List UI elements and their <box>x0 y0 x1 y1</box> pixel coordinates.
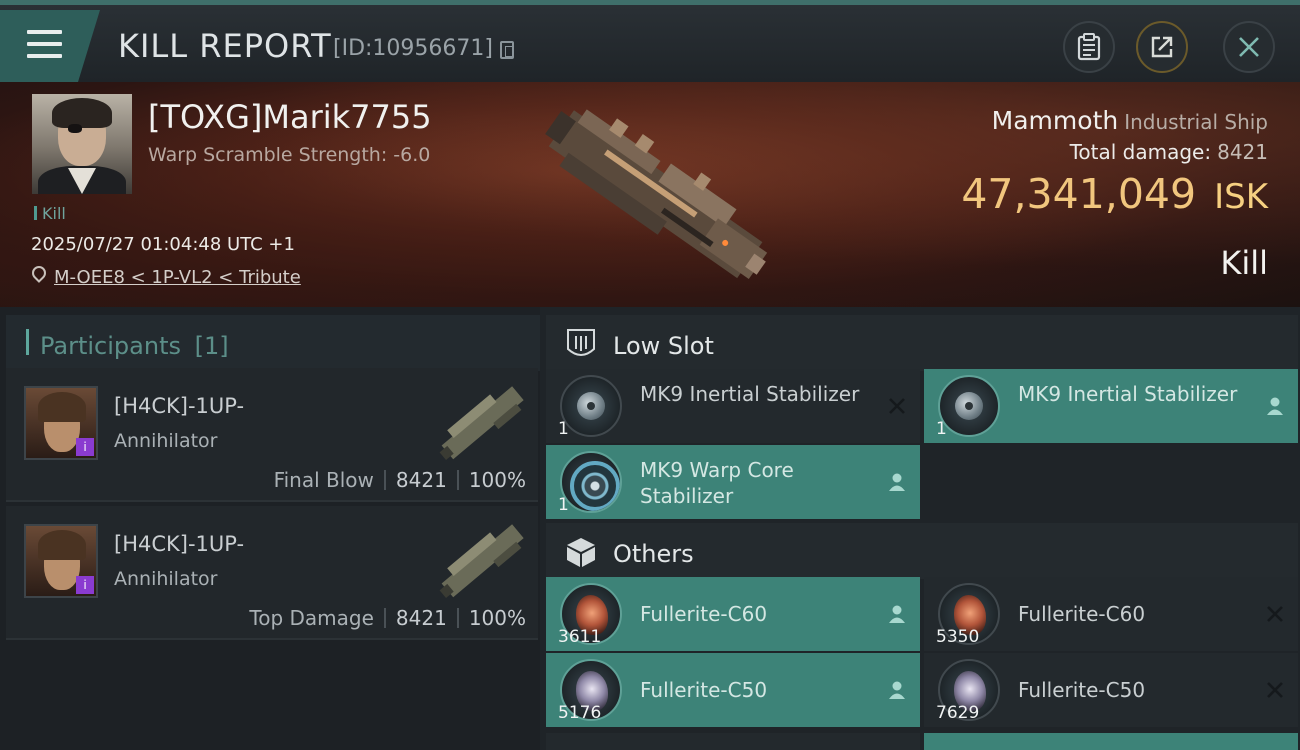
participants-label: Participants <box>40 332 181 360</box>
item-quantity: 1 <box>936 419 947 439</box>
item-name: MK9 Inertial Stabilizer <box>640 382 860 406</box>
low-slot-header: Low Slot <box>546 315 1298 371</box>
item-quantity: 3611 <box>558 627 602 647</box>
item-name: MK9 Warp Core Stabilizer <box>640 458 794 508</box>
fitting-item-dropped[interactable]: 3611 Fullerite-C60 <box>546 577 920 651</box>
victim-portrait[interactable] <box>32 94 132 194</box>
warp-core-stabilizer-icon <box>560 451 622 513</box>
participant-name: [H4CK]-1UP- <box>114 394 245 418</box>
location-pin-icon <box>29 263 49 283</box>
item-quantity: 1 <box>558 495 569 515</box>
destroyed-x-icon <box>889 398 905 414</box>
top-bar: KILL REPORT [ID:10956671] <box>0 0 1300 82</box>
participant-ship: Annihilator <box>114 430 218 452</box>
fitting-item-dropped[interactable]: 5176 Fullerite-C50 <box>546 653 920 727</box>
fitting-item-destroyed[interactable]: 7629 Fullerite-C50 <box>924 653 1298 727</box>
fitting-item-destroyed[interactable]: 5350 Fullerite-C60 <box>924 577 1298 651</box>
item-name: MK9 Inertial Stabilizer <box>1018 382 1238 406</box>
total-damage-label: Total damage: <box>1069 140 1212 164</box>
destroyed-x-icon <box>1267 682 1283 698</box>
menu-icon <box>27 30 62 66</box>
close-button[interactable] <box>1223 21 1275 73</box>
participant-ship-icon <box>439 386 524 461</box>
low-slot-label: Low Slot <box>613 332 714 360</box>
kill-location-link[interactable]: M-OEE8 < 1P-VL2 < Tribute <box>54 267 301 288</box>
dropped-person-icon <box>889 681 905 699</box>
report-id: [ID:10956671] <box>333 36 493 61</box>
participant-ship: Annihilator <box>114 568 218 590</box>
menu-button[interactable] <box>0 10 100 82</box>
inertial-stabilizer-icon <box>938 375 1000 437</box>
victim-summary: [TOXG]Marik7755 Warp Scramble Strength: … <box>0 82 1300 307</box>
fitting-item-dropped[interactable]: 1 MK9 Warp Core Stabilizer <box>546 445 920 519</box>
fleet-badge-icon: i <box>76 576 94 594</box>
participant-stats: Top Damage 8421 100% <box>249 606 526 630</box>
copy-id-icon[interactable] <box>500 41 514 59</box>
fitting-item-partial[interactable] <box>546 733 920 750</box>
participant-stats: Final Blow 8421 100% <box>274 468 526 492</box>
participant-avatar[interactable]: i <box>24 386 98 460</box>
participants-panel: Participants [1] i [H4CK]-1UP- Annihilat… <box>0 307 540 750</box>
fitting-item-dropped[interactable]: 1 MK9 Inertial Stabilizer <box>924 369 1298 443</box>
kill-time: 2025/07/27 01:04:48 UTC +1 <box>31 234 295 255</box>
ship-name: Mammoth <box>991 106 1119 135</box>
kill-result: Kill <box>1220 244 1268 282</box>
ship-image <box>545 109 768 279</box>
dropped-person-icon <box>1267 397 1283 415</box>
inertial-stabilizer-icon <box>560 375 622 437</box>
total-damage-value: 8421 <box>1217 140 1268 164</box>
participant-row[interactable]: i [H4CK]-1UP- Annihilator Final Blow 8421… <box>6 368 538 502</box>
participant-role: Top Damage <box>249 606 374 630</box>
warp-scramble-strength: Warp Scramble Strength: -6.0 <box>148 144 431 166</box>
fleet-badge-icon: i <box>76 438 94 456</box>
participant-row[interactable]: i [H4CK]-1UP- Annihilator Top Damage 8421… <box>6 506 538 640</box>
others-header: Others <box>546 523 1298 579</box>
fitting-item-destroyed[interactable]: 1 MK9 Inertial Stabilizer <box>546 369 920 443</box>
total-damage: Total damage: 8421 <box>1070 140 1268 164</box>
item-name: Fullerite-C60 <box>640 602 768 626</box>
share-icon <box>1151 36 1173 58</box>
share-button[interactable] <box>1136 21 1188 73</box>
ship-class: Industrial Ship <box>1124 110 1268 134</box>
fitting-item-partial[interactable] <box>924 733 1298 750</box>
kill-tag: Kill <box>34 204 66 223</box>
participants-header[interactable]: Participants [1] <box>6 315 540 371</box>
victim-pilot-name[interactable]: [TOXG]Marik7755 <box>148 98 432 136</box>
clipboard-button[interactable] <box>1063 21 1115 73</box>
item-name: Fullerite-C50 <box>1018 678 1146 702</box>
dropped-person-icon <box>889 473 905 491</box>
participant-ship-icon <box>439 524 524 599</box>
fitting-panel: Low Slot 1 MK9 Inertial Stabilizer 1 MK9… <box>540 307 1300 750</box>
others-label: Others <box>613 540 694 568</box>
participant-name: [H4CK]-1UP- <box>114 532 245 556</box>
dropped-person-icon <box>889 605 905 623</box>
page-title: KILL REPORT <box>118 27 332 65</box>
participant-damage: 8421 <box>395 468 447 492</box>
clipboard-icon <box>1077 33 1101 61</box>
item-name: Fullerite-C60 <box>1018 602 1146 626</box>
destroyed-x-icon <box>1267 606 1283 622</box>
participant-damage: 8421 <box>395 606 447 630</box>
low-slot-icon <box>567 329 595 356</box>
item-quantity: 5350 <box>936 627 980 647</box>
participants-count: [1] <box>194 332 229 360</box>
cargo-box-icon <box>567 538 595 567</box>
participant-percent: 100% <box>468 606 526 630</box>
participant-role: Final Blow <box>273 468 374 492</box>
isk-unit: ISK <box>1214 177 1268 217</box>
item-name: Fullerite-C50 <box>640 678 768 702</box>
participant-avatar[interactable]: i <box>24 524 98 598</box>
isk-value: 47,341,049 ISK <box>961 170 1268 218</box>
victim-ship[interactable]: Mammoth Industrial Ship <box>992 106 1268 135</box>
item-quantity: 5176 <box>558 703 602 723</box>
isk-amount: 47,341,049 <box>961 170 1197 218</box>
item-quantity: 7629 <box>936 703 980 723</box>
item-quantity: 1 <box>558 419 569 439</box>
participant-percent: 100% <box>468 468 526 492</box>
close-icon <box>1239 37 1259 57</box>
